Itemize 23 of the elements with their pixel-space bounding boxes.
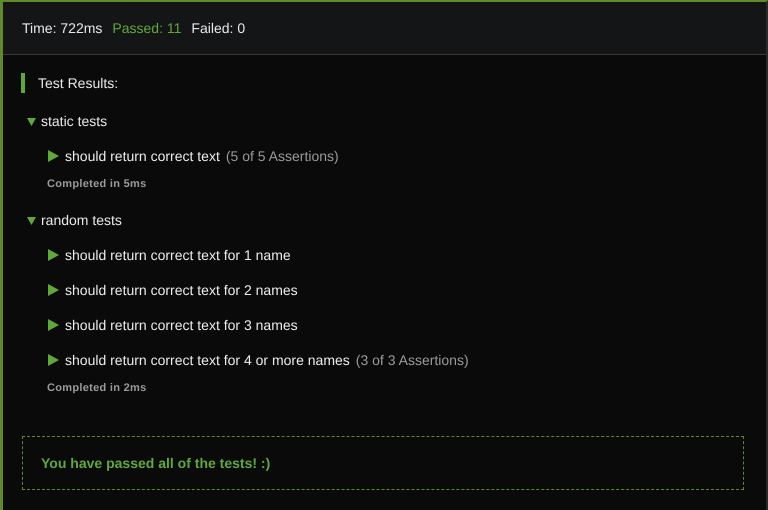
completion-time: Completed in 5ms [47,178,147,190]
caret-right-icon[interactable] [47,319,59,331]
test-title[interactable]: should return correct text for 1 name [65,247,291,263]
completion-time: Completed in 2ms [47,382,147,394]
failed-count: Failed: 0 [191,20,246,36]
assertion-count: (5 of 5 Assertions) [226,148,339,164]
caret-right-icon[interactable] [47,284,59,296]
passed-count: Passed: 11 [112,20,182,36]
time-label: Time: 722ms [22,20,102,36]
group-title[interactable]: random tests [41,212,122,228]
group-title[interactable]: static tests [41,113,108,129]
caret-down-icon[interactable] [27,116,36,126]
test-title[interactable]: should return correct text for 2 names [65,282,298,298]
test-title[interactable]: should return correct text for 4 or more names [65,352,350,368]
test-title[interactable]: should return correct text [65,148,220,164]
success-message: You have passed all of the tests! :) [41,455,270,471]
caret-right-icon[interactable] [47,249,59,261]
caret-right-icon[interactable] [47,150,59,162]
assertion-count: (3 of 3 Assertions) [356,352,469,368]
results-heading: Test Results: [21,73,118,93]
caret-right-icon[interactable] [47,354,59,366]
caret-down-icon[interactable] [27,216,36,224]
test-title[interactable]: should return correct text for 3 names [65,317,298,333]
